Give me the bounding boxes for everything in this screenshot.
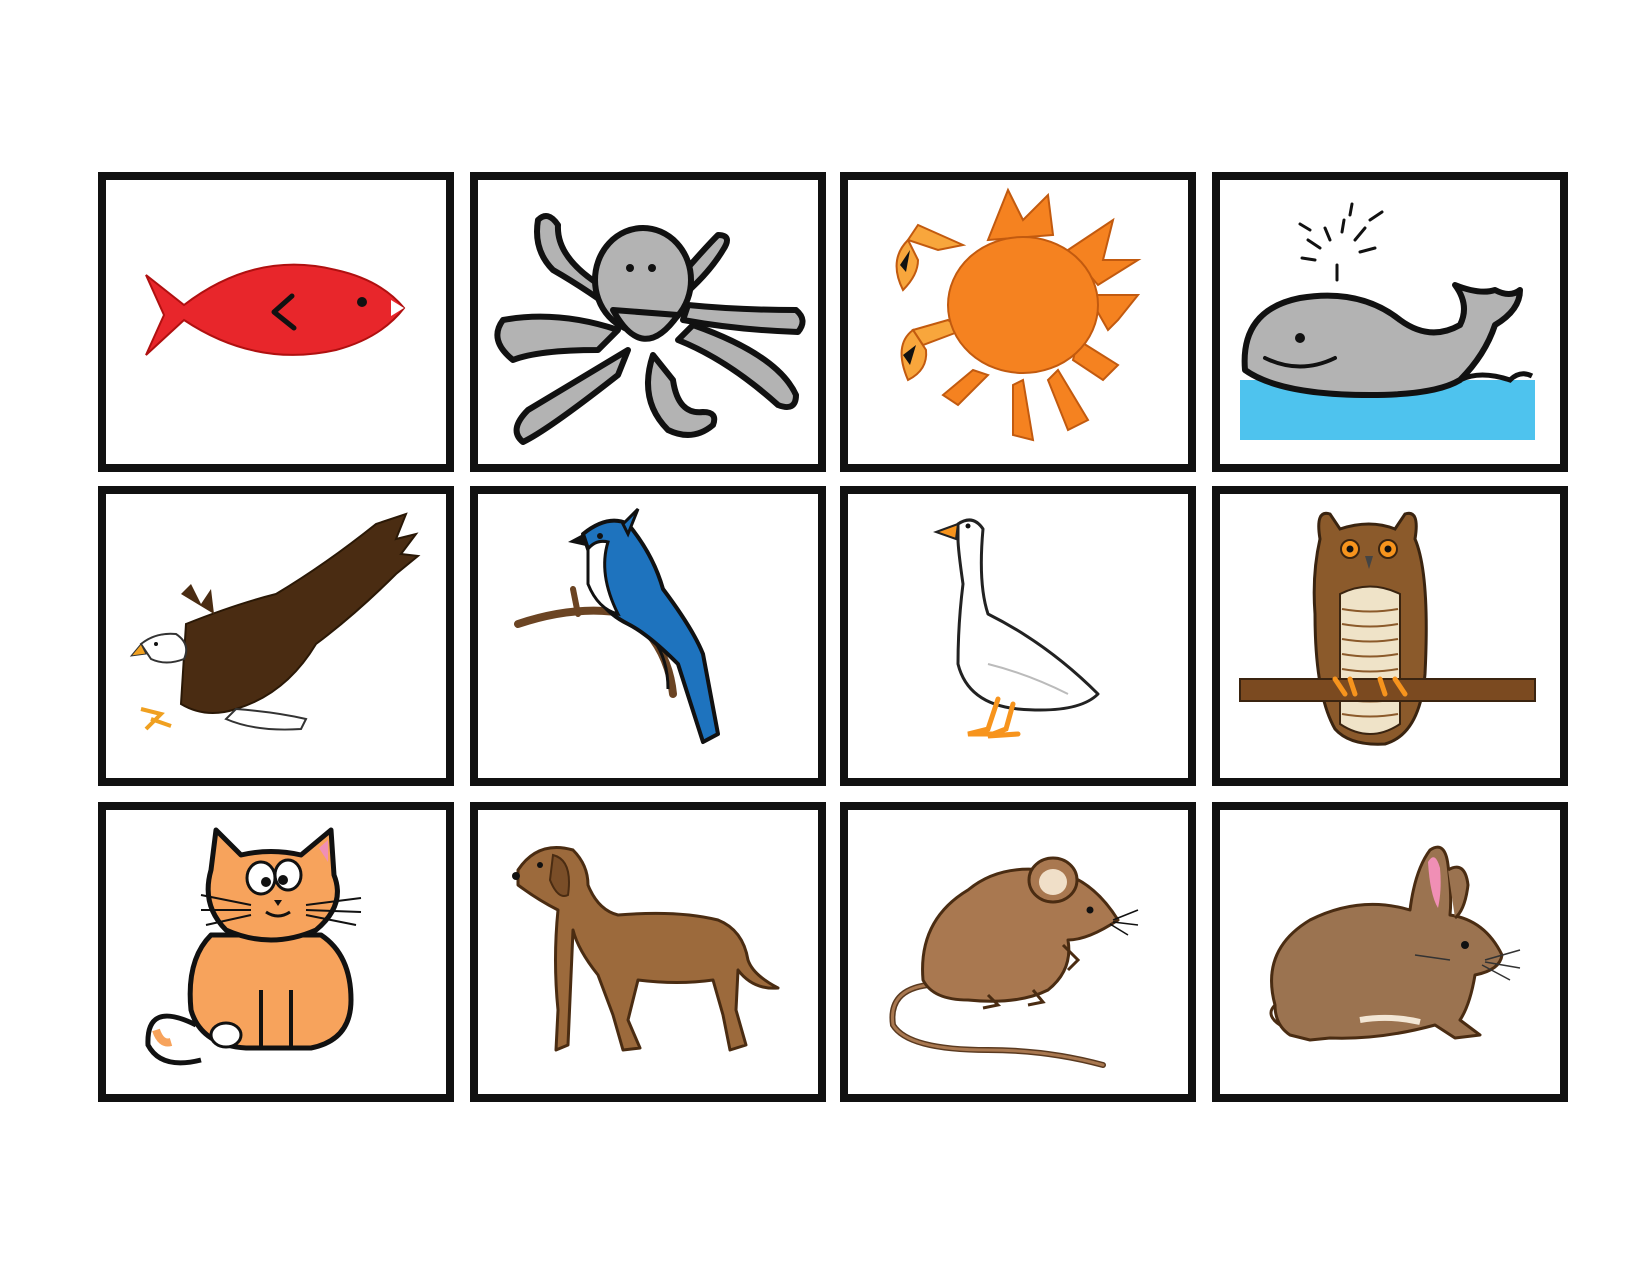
owl-icon — [1239, 511, 1536, 746]
card-mouse[interactable] — [840, 802, 1196, 1102]
octopus-icon — [494, 213, 806, 445]
card-cat[interactable] — [98, 802, 454, 1102]
crab-icon — [895, 187, 1142, 442]
card-owl[interactable] — [1212, 486, 1568, 786]
eagle-icon — [129, 512, 421, 731]
mouse-icon — [889, 856, 1139, 1068]
cat-icon — [145, 827, 362, 1066]
rabbit-icon — [1269, 845, 1521, 1042]
blue-jay-icon — [514, 507, 720, 744]
fish-icon — [145, 263, 406, 356]
card-dog[interactable] — [470, 802, 826, 1102]
card-crab[interactable] — [840, 172, 1196, 472]
card-octopus[interactable] — [470, 172, 826, 472]
card-goose[interactable] — [840, 486, 1196, 786]
card-whale[interactable] — [1212, 172, 1568, 472]
whale-icon — [1240, 202, 1535, 440]
picture-card-grid — [0, 0, 1650, 1275]
card-rabbit[interactable] — [1212, 802, 1568, 1102]
card-eagle[interactable] — [98, 486, 454, 786]
dog-icon — [512, 846, 780, 1052]
card-fish[interactable] — [98, 172, 454, 472]
goose-icon — [933, 518, 1100, 739]
card-blue-jay[interactable] — [470, 486, 826, 786]
